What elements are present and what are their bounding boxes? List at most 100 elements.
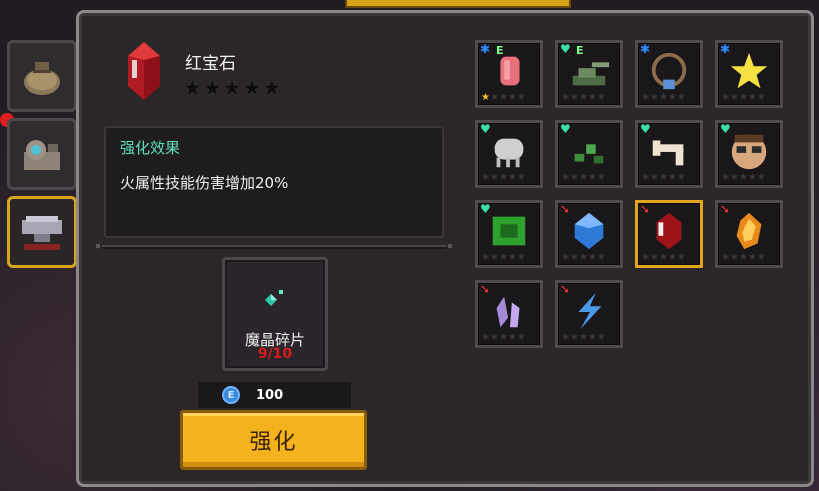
star-icon: ★ xyxy=(569,92,579,103)
star-icon: ★ xyxy=(721,172,730,183)
heart-icon: ♥ xyxy=(560,122,571,136)
item-slot-blue-gem[interactable]: ➘ ★ ★ ★ ★ ★ xyxy=(555,200,623,268)
slot-star-rating: ★ ★ ★ ★ ★ xyxy=(641,253,686,263)
star-icon: ★ xyxy=(729,92,739,103)
star-icon: ★ xyxy=(569,332,579,343)
star-icon: ★ xyxy=(498,252,508,263)
star-icon: ★ xyxy=(587,252,597,263)
star-icon: ★ xyxy=(596,252,606,263)
item-slot-vine-leaf[interactable]: ♥ ★ ★ ★ ★ ★ xyxy=(555,120,623,188)
star-icon: ★ xyxy=(561,92,570,103)
equipped-tag: E xyxy=(496,44,504,57)
vine-leaf-icon xyxy=(574,144,604,164)
screen: 红宝石 ★ ★ ★ ★ ★ 强化效果 火属性技能伤害增加20% 魔晶碎片 9/1… xyxy=(0,0,819,491)
side-tab-camera[interactable] xyxy=(7,118,77,190)
upgrade-button[interactable]: 强化 xyxy=(180,410,367,470)
star-icon: ★ xyxy=(756,92,766,103)
star-icon: ★ xyxy=(481,172,490,183)
locked-arrow-icon: ➘ xyxy=(560,282,571,296)
star-icon: ★ xyxy=(596,332,606,343)
star-icon: ★ xyxy=(676,92,686,103)
item-slot-bone-helmet[interactable]: ♥ ★ ★ ★ ★ ★ xyxy=(475,120,543,188)
star-icon: ★ xyxy=(587,92,597,103)
bone-helmet-icon xyxy=(494,138,524,168)
slot-star-rating: ★ ★ ★ ★ ★ xyxy=(721,173,766,183)
item-slot-yellow-star[interactable]: ✱ ★ ★ ★ ★ ★ xyxy=(715,40,783,108)
bone-icon xyxy=(652,140,684,166)
star-icon: ★ xyxy=(489,332,499,343)
slot-star-rating: ★ ★ ★ ★ ★ xyxy=(481,173,526,183)
blue-gem-icon xyxy=(574,212,604,250)
star-icon: ★ xyxy=(649,172,659,183)
star-icon: ★ xyxy=(587,332,597,343)
slot-star-rating: ★ ★ ★ ★ ★ xyxy=(561,333,606,343)
star-icon: ★ xyxy=(578,332,588,343)
star-icon: ★ xyxy=(498,332,508,343)
side-tab-anvil[interactable] xyxy=(7,196,77,268)
star-icon: ★ xyxy=(516,252,526,263)
star-icon: ★ xyxy=(561,172,570,183)
item-slot-green-bone[interactable]: ♥ ★ ★ ★ ★ ★ xyxy=(475,200,543,268)
camera-icon xyxy=(24,140,60,170)
effect-description: 火属性技能伤害增加20% xyxy=(120,174,289,192)
item-slot-necklace[interactable]: ✱ ★ ★ ★ ★ ★ xyxy=(635,40,703,108)
star-icon: ★ xyxy=(721,252,730,263)
anvil-icon xyxy=(22,216,62,250)
slot-star-rating: ★ ★ ★ ★ ★ xyxy=(481,333,526,343)
material-count: 9/10 xyxy=(257,346,293,362)
item-star-rating: ★ ★ ★ ★ ★ xyxy=(183,78,281,99)
item-slot-tank[interactable]: ♥ E ★ ★ ★ ★ ★ xyxy=(555,40,623,108)
star-icon: ★ xyxy=(596,172,606,183)
locked-arrow-icon: ➘ xyxy=(480,282,491,296)
slot-star-rating: ★ ★ ★ ★ ★ xyxy=(721,93,766,103)
star-icon: ★ xyxy=(641,252,650,263)
item-slot-bone[interactable]: ♥ ★ ★ ★ ★ ★ xyxy=(635,120,703,188)
star-icon: ★ xyxy=(489,252,499,263)
side-tab-sack[interactable] xyxy=(7,40,77,112)
star-icon: ★ xyxy=(578,172,588,183)
star-icon: ★ xyxy=(658,252,668,263)
heart-icon: ♥ xyxy=(480,202,491,216)
star-icon: ★ xyxy=(498,92,508,103)
locked-arrow-icon: ➘ xyxy=(640,202,651,216)
snowflake-icon: ✱ xyxy=(720,42,731,56)
slot-star-rating: ★ ★ ★ ★ ★ xyxy=(561,253,606,263)
star-icon: ★ xyxy=(561,252,570,263)
star-icon: ★ xyxy=(498,172,508,183)
slot-star-rating: ★ ★ ★ ★ ★ xyxy=(481,253,526,263)
snowflake-icon: ✱ xyxy=(480,42,491,56)
snowflake-icon: ✱ xyxy=(640,42,651,56)
star-icon: ★ xyxy=(507,92,517,103)
heart-icon: ♥ xyxy=(560,42,571,56)
star-icon: ★ xyxy=(507,172,517,183)
equipped-tag: E xyxy=(576,44,584,57)
star-icon: ★ xyxy=(738,92,748,103)
purple-crystal-icon xyxy=(496,296,520,328)
star-icon: ★ xyxy=(242,76,262,100)
red-gem-icon xyxy=(128,42,160,100)
item-slot-glasses-face[interactable]: ♥ ★ ★ ★ ★ ★ xyxy=(715,120,783,188)
star-icon: ★ xyxy=(202,76,222,100)
star-icon: ★ xyxy=(481,92,490,103)
divider xyxy=(96,244,452,249)
item-name: 红宝石 xyxy=(185,54,236,74)
yellow-star-icon xyxy=(730,52,768,89)
tank-icon xyxy=(572,62,610,86)
star-icon: ★ xyxy=(729,252,739,263)
star-icon: ★ xyxy=(222,76,242,100)
star-icon: ★ xyxy=(747,172,757,183)
item-slot-purple-crystal[interactable]: ➘ ★ ★ ★ ★ ★ xyxy=(475,280,543,348)
star-icon: ★ xyxy=(721,92,730,103)
item-slot-pink-stone[interactable]: ✱ E ★ ★ ★ ★ ★ xyxy=(475,40,543,108)
star-icon: ★ xyxy=(667,172,677,183)
item-slot-red-gem[interactable]: ➘ ★ ★ ★ ★ ★ xyxy=(635,200,703,268)
item-slot-amber-gem[interactable]: ➘ ★ ★ ★ ★ ★ xyxy=(715,200,783,268)
star-icon: ★ xyxy=(747,92,757,103)
star-icon: ★ xyxy=(507,332,517,343)
star-icon: ★ xyxy=(516,92,526,103)
top-tab[interactable] xyxy=(345,0,571,8)
star-icon: ★ xyxy=(667,92,677,103)
slot-star-rating: ★ ★ ★ ★ ★ xyxy=(561,93,606,103)
item-slot-lightning[interactable]: ➘ ★ ★ ★ ★ ★ xyxy=(555,280,623,348)
star-icon: ★ xyxy=(481,252,490,263)
